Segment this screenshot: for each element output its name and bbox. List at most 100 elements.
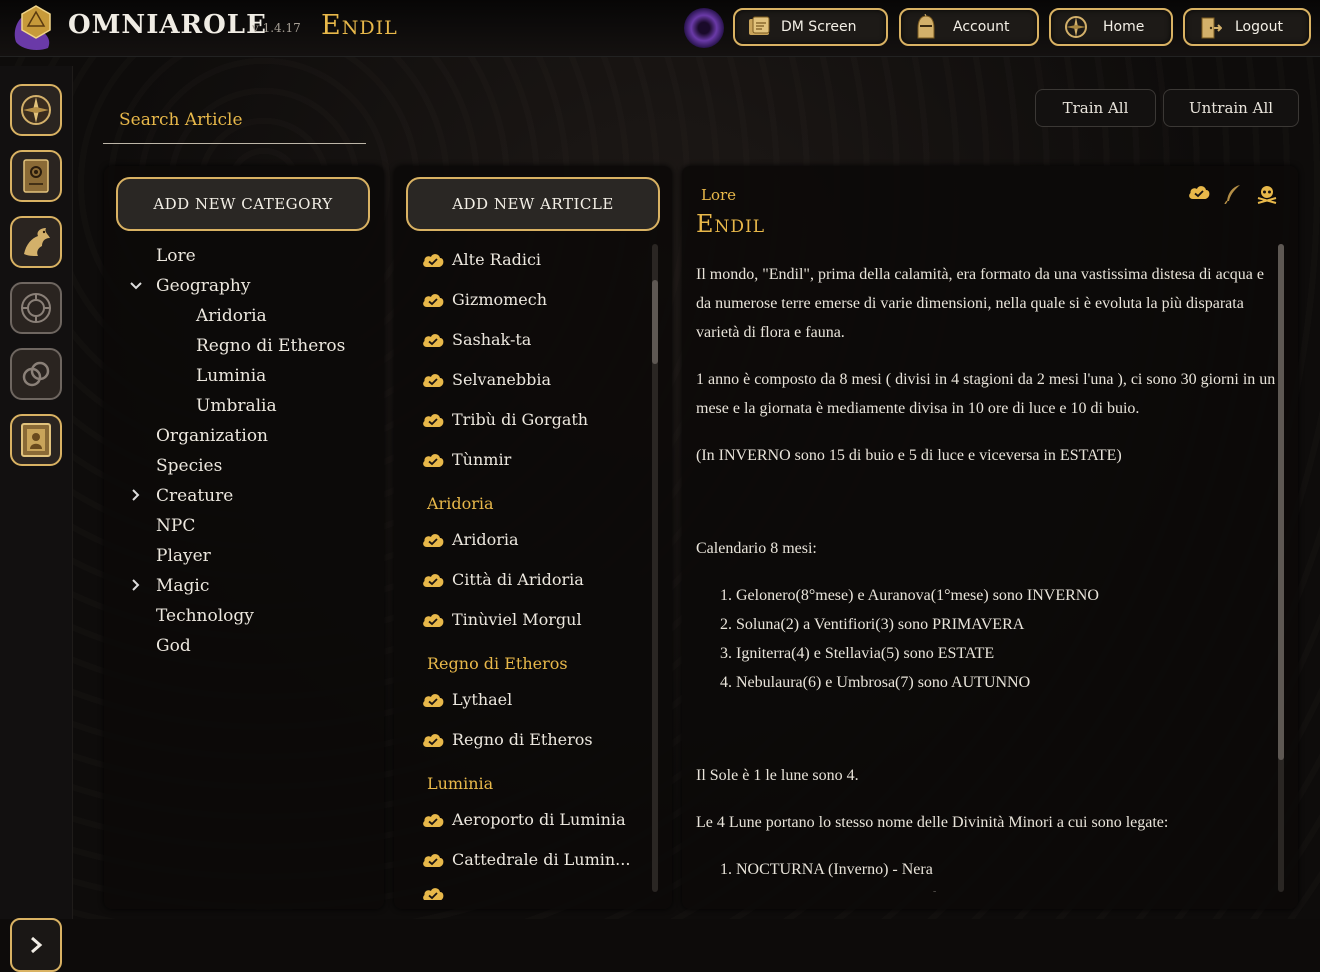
linked-rings-icon: [22, 361, 50, 387]
expand-rail-button[interactable]: [10, 918, 62, 972]
article-item[interactable]: Tinùviel Morgul: [422, 610, 582, 629]
dm-screen-button[interactable]: DM Screen: [733, 8, 888, 46]
app-version: v 1.4.17: [252, 21, 301, 35]
logout-label: Logout: [1235, 19, 1283, 35]
article-group-heading: Regno di Etheros: [427, 654, 568, 673]
category-luminia[interactable]: Luminia: [196, 366, 266, 386]
cloud-check-icon: [422, 888, 444, 900]
compass-rose-icon: [21, 95, 51, 125]
train-all-button[interactable]: Train All: [1035, 89, 1156, 127]
portal-avatar-icon[interactable]: [684, 8, 724, 48]
article-title: Endil: [696, 210, 766, 238]
calendar-item: Soluna(2) a Ventifiori(3) sono PRIMAVERA: [736, 610, 1276, 639]
article-item[interactable]: Città di Aridoria: [422, 570, 584, 589]
category-npc[interactable]: NPC: [156, 516, 195, 536]
category-creature[interactable]: Creature: [156, 486, 233, 506]
search-input[interactable]: [103, 96, 366, 143]
article-label: Selvanebbia: [452, 370, 552, 389]
article-item[interactable]: Selvanebbia: [422, 370, 551, 389]
seal-emblem-icon: [21, 293, 51, 323]
moon-item: NOCTURNA (Inverno) - Nera: [736, 855, 1276, 884]
calendar-list: Gelonero(8°mese) e Auranova(1°mese) sono…: [696, 581, 1276, 697]
category-lore[interactable]: Lore: [156, 246, 196, 266]
cloud-check-icon: [422, 612, 444, 628]
article-label: Tùnmir: [452, 450, 512, 469]
calendar-item: Nebulaura(6) e Umbrosa(7) sono AUTUNNO: [736, 668, 1276, 697]
article-item[interactable]: Tribù di Gorgath: [422, 410, 588, 429]
account-button[interactable]: Account: [899, 8, 1039, 46]
calendar-item: Igniterra(4) e Stellavia(5) sono ESTATE: [736, 639, 1276, 668]
detail-scrollbar-thumb[interactable]: [1278, 244, 1284, 760]
rail-spellbook-button[interactable]: [10, 150, 62, 202]
article-category: Lore: [701, 186, 737, 204]
skull-crossbones-icon[interactable]: [1256, 184, 1278, 204]
home-button[interactable]: Home: [1049, 8, 1173, 46]
category-organization[interactable]: Organization: [156, 426, 268, 446]
category-player[interactable]: Player: [156, 546, 211, 566]
cloud-check-icon: [422, 732, 444, 748]
chevron-right-icon[interactable]: [131, 578, 141, 596]
article-label: Tinùviel Morgul: [452, 610, 582, 629]
article-paragraph: (In INVERNO sono 15 di buio e 5 di luce …: [696, 447, 1122, 464]
moon-item: VERIDIAN (Primavera) - Verde: [736, 884, 1276, 892]
category-technology[interactable]: Technology: [156, 606, 254, 626]
add-category-button[interactable]: ADD NEW CATEGORY: [116, 177, 370, 231]
rail-seal-button[interactable]: [10, 282, 62, 334]
rail-compass-rose-button[interactable]: [10, 84, 62, 136]
knight-helmet-icon: [913, 14, 939, 40]
article-item[interactable]: Regno di Etheros: [422, 730, 593, 749]
untrain-all-button[interactable]: Untrain All: [1163, 89, 1299, 127]
article-label: Città di Aridoria: [452, 570, 584, 589]
category-aridoria[interactable]: Aridoria: [196, 306, 267, 326]
category-geography[interactable]: Geography: [156, 276, 250, 296]
rail-griffin-button[interactable]: [10, 216, 62, 268]
cloud-check-icon: [422, 372, 444, 388]
category-umbralia[interactable]: Umbralia: [196, 396, 277, 416]
calendar-item: Gelonero(8°mese) e Auranova(1°mese) sono…: [736, 581, 1276, 610]
article-label: Alte Radici: [452, 250, 542, 269]
category-species[interactable]: Species: [156, 456, 222, 476]
article-item[interactable]: Gizmomech: [422, 290, 547, 309]
rail-portrait-button[interactable]: [10, 414, 62, 466]
logout-button[interactable]: Logout: [1183, 8, 1311, 46]
cloud-check-icon: [422, 692, 444, 708]
rail-linked-rings-button[interactable]: [10, 348, 62, 400]
cloud-check-icon: [422, 452, 444, 468]
cloud-check-icon[interactable]: [1188, 184, 1210, 200]
exit-door-icon: [1197, 14, 1223, 40]
article-item[interactable]: Aeroporto di Luminia: [422, 810, 626, 829]
article-item[interactable]: Alte Radici: [422, 250, 541, 269]
article-actions: [1188, 184, 1278, 204]
category-regno-di-etheros[interactable]: Regno di Etheros: [196, 336, 345, 356]
brand-name: OMNIAROLE: [68, 10, 267, 40]
chevron-right-icon[interactable]: [131, 488, 141, 506]
chevron-right-icon: [31, 936, 43, 954]
top-bar: OMNIAROLE v 1.4.17 Endil DM Screen Accou…: [0, 0, 1320, 57]
account-label: Account: [953, 19, 1010, 35]
category-god[interactable]: God: [156, 636, 191, 656]
cloud-check-icon: [422, 332, 444, 348]
article-label: Sashak-ta: [452, 330, 532, 349]
article-item-partial[interactable]: [422, 888, 444, 900]
article-group-heading: Aridoria: [427, 494, 494, 513]
add-article-button[interactable]: ADD NEW ARTICLE: [406, 177, 660, 231]
cloud-check-icon: [422, 572, 444, 588]
article-label: Regno di Etheros: [452, 730, 593, 749]
search-article-field[interactable]: [103, 96, 366, 144]
d20-dragon-logo-icon[interactable]: [8, 2, 58, 52]
world-title: Endil: [321, 10, 398, 41]
article-item[interactable]: Cattedrale di Lumin...: [422, 850, 630, 869]
article-item[interactable]: Sashak-ta: [422, 330, 531, 349]
spellbook-icon: [23, 159, 49, 193]
category-magic[interactable]: Magic: [156, 576, 209, 596]
article-scrollbar-thumb[interactable]: [652, 280, 658, 364]
quill-icon[interactable]: [1224, 184, 1242, 204]
article-paragraph: Calendario 8 mesi:: [696, 540, 817, 557]
article-paragraph: 1 anno è composto da 8 mesi ( divisi in …: [696, 371, 1276, 417]
article-item[interactable]: Aridoria: [422, 530, 519, 549]
article-item[interactable]: Lythael: [422, 690, 512, 709]
article-item[interactable]: Tùnmir: [422, 450, 511, 469]
article-label: Cattedrale di Lumin...: [452, 850, 631, 869]
chevron-down-icon[interactable]: [129, 280, 143, 295]
